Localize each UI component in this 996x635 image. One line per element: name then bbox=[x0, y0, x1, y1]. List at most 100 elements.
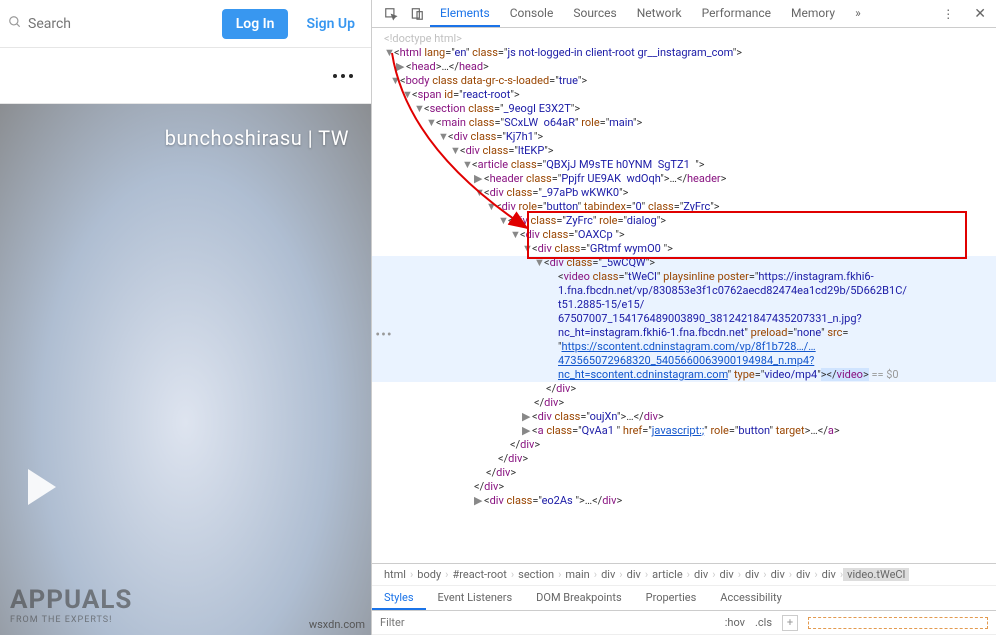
styles-tab-properties[interactable]: Properties bbox=[634, 586, 709, 610]
dom-line[interactable]: 473565072968320_5405660063900194984_n.mp… bbox=[372, 354, 996, 368]
dom-line[interactable]: ▼<div class="ltEKP"> bbox=[372, 144, 996, 158]
breadcrumb-item[interactable]: div bbox=[690, 568, 712, 581]
dom-line[interactable]: <!doctype html> bbox=[372, 32, 996, 46]
hov-toggle[interactable]: :hov bbox=[725, 616, 745, 629]
dom-line[interactable]: ▼<span id="react-root"> bbox=[372, 88, 996, 102]
styles-tab-styles[interactable]: Styles bbox=[372, 586, 426, 610]
tab-elements[interactable]: Elements bbox=[430, 0, 500, 27]
close-icon[interactable]: ✕ bbox=[964, 0, 996, 27]
breadcrumb-item[interactable]: div bbox=[767, 568, 789, 581]
expand-arrow-icon[interactable]: ▼ bbox=[426, 116, 436, 130]
gutter-ellipsis-icon[interactable]: ••• bbox=[372, 328, 396, 342]
dom-tree[interactable]: ••• <!doctype html>▼<html lang="en" clas… bbox=[372, 28, 996, 563]
dom-line[interactable]: ▶<header class="Ppjfr UE9AK wdOqh">…</he… bbox=[372, 172, 996, 186]
expand-arrow-icon[interactable]: ▼ bbox=[402, 88, 412, 102]
expand-arrow-icon[interactable]: ▼ bbox=[462, 158, 472, 172]
dom-line[interactable]: ▼<div class="_5wCQW"> bbox=[372, 256, 996, 270]
styles-tab-accessibility[interactable]: Accessibility bbox=[708, 586, 794, 610]
tab-console[interactable]: Console bbox=[500, 0, 564, 27]
expand-arrow-icon[interactable]: ▼ bbox=[510, 228, 520, 242]
dom-line[interactable]: t51.2885-15/e15/ bbox=[372, 298, 996, 312]
devtools-menu-icon[interactable]: ⋮ bbox=[934, 0, 964, 27]
expand-arrow-icon[interactable]: ▼ bbox=[486, 200, 496, 214]
dom-line[interactable]: ▶<div class="oujXn">…</div> bbox=[372, 410, 996, 424]
expand-arrow-icon[interactable]: ▼ bbox=[390, 74, 400, 88]
breadcrumb-item[interactable]: div bbox=[792, 568, 814, 581]
dom-line[interactable]: ▼<div role="button" tabindex="0" class="… bbox=[372, 200, 996, 214]
styles-tab-event-listeners[interactable]: Event Listeners bbox=[426, 586, 525, 610]
cls-toggle[interactable]: .cls bbox=[755, 616, 772, 629]
new-style-rule-button[interactable]: + bbox=[782, 615, 798, 631]
play-icon[interactable] bbox=[28, 469, 56, 505]
dom-line[interactable]: ▼<html lang="en" class="js not-logged-in… bbox=[372, 46, 996, 60]
breadcrumb-item[interactable]: div bbox=[741, 568, 763, 581]
tab-performance[interactable]: Performance bbox=[692, 0, 781, 27]
login-button[interactable]: Log In bbox=[222, 9, 289, 39]
dom-line[interactable]: </div> bbox=[372, 438, 996, 452]
expand-arrow-icon[interactable]: ▶ bbox=[522, 410, 532, 424]
breadcrumb-item[interactable]: div bbox=[818, 568, 840, 581]
styles-tab-dom-breakpoints[interactable]: DOM Breakpoints bbox=[524, 586, 633, 610]
expand-arrow-icon[interactable]: ▼ bbox=[438, 130, 448, 144]
dom-line[interactable]: ▼<main class="SCxLW o64aR" role="main"> bbox=[372, 116, 996, 130]
breadcrumb-item[interactable]: div bbox=[597, 568, 619, 581]
expand-arrow-icon[interactable]: ▼ bbox=[534, 256, 544, 270]
breadcrumb-item[interactable]: div bbox=[716, 568, 738, 581]
dom-line[interactable]: ▼<body class data-gr-c-s-loaded="true"> bbox=[372, 74, 996, 88]
dom-line[interactable]: "https://scontent.cdninstagram.com/vp/8f… bbox=[372, 340, 996, 354]
breadcrumb-item[interactable]: article bbox=[648, 568, 687, 581]
expand-arrow-icon[interactable]: ▼ bbox=[414, 102, 424, 116]
expand-arrow-icon[interactable]: ▼ bbox=[522, 242, 532, 256]
search-input[interactable] bbox=[28, 16, 212, 32]
breadcrumb-item[interactable]: div bbox=[623, 568, 645, 581]
breadcrumb-item[interactable]: #react-root bbox=[448, 568, 510, 581]
styles-tabbar: StylesEvent ListenersDOM BreakpointsProp… bbox=[372, 585, 996, 611]
dom-line[interactable]: ▼<div class="GRtmf wymO0 "> bbox=[372, 242, 996, 256]
more-options-button[interactable] bbox=[333, 74, 353, 78]
dom-line[interactable]: ▶<head>…</head> bbox=[372, 60, 996, 74]
page-topbar: Log In Sign Up bbox=[0, 0, 371, 48]
dom-line[interactable]: </div> bbox=[372, 382, 996, 396]
styles-filter-input[interactable] bbox=[380, 616, 715, 629]
dom-line[interactable]: ▼<section class="_9eogI E3X2T"> bbox=[372, 102, 996, 116]
expand-arrow-icon[interactable]: ▶ bbox=[522, 424, 532, 438]
dom-line[interactable]: nc_ht=scontent.cdninstagram.com" type="v… bbox=[372, 368, 996, 382]
dom-breadcrumb[interactable]: html›body›#react-root›section›main›div›d… bbox=[372, 563, 996, 585]
device-toolbar-icon[interactable] bbox=[404, 0, 430, 27]
dom-line[interactable]: </div> bbox=[372, 396, 996, 410]
dom-line[interactable]: </div> bbox=[372, 452, 996, 466]
expand-arrow-icon[interactable]: ▼ bbox=[498, 214, 508, 228]
dom-line[interactable]: 1.fna.fbcdn.net/vp/830853e3f1c0762aecd82… bbox=[372, 284, 996, 298]
more-tabs-chevron[interactable]: » bbox=[845, 0, 871, 27]
dom-line[interactable]: <video class="tWeCl" playsinline poster=… bbox=[372, 270, 996, 284]
dom-line[interactable]: nc_ht=instagram.fkhi6-1.fna.fbcdn.net" p… bbox=[372, 326, 996, 340]
signup-link[interactable]: Sign Up bbox=[298, 9, 363, 39]
expand-arrow-icon[interactable]: ▼ bbox=[450, 144, 460, 158]
dom-line[interactable]: ▼<div class="Kj7h1"> bbox=[372, 130, 996, 144]
expand-arrow-icon[interactable]: ▶ bbox=[396, 60, 406, 74]
breadcrumb-item[interactable]: video.tWeCl bbox=[843, 568, 909, 581]
tab-sources[interactable]: Sources bbox=[563, 0, 626, 27]
tab-memory[interactable]: Memory bbox=[781, 0, 845, 27]
dom-line[interactable]: ▼<div class="_97aPb wKWK0"> bbox=[372, 186, 996, 200]
expand-arrow-icon[interactable]: ▶ bbox=[474, 494, 484, 508]
dom-line[interactable]: </div> bbox=[372, 480, 996, 494]
breadcrumb-item[interactable]: html bbox=[380, 568, 410, 581]
dom-line[interactable]: </div> bbox=[372, 466, 996, 480]
breadcrumb-item[interactable]: section bbox=[514, 568, 558, 581]
expand-arrow-icon[interactable]: ▼ bbox=[384, 46, 394, 60]
inspect-element-icon[interactable] bbox=[378, 0, 404, 27]
dom-line[interactable]: ▶<a class="QvAa1 " href="javascript:;" r… bbox=[372, 424, 996, 438]
expand-arrow-icon[interactable]: ▼ bbox=[474, 186, 484, 200]
tab-network[interactable]: Network bbox=[627, 0, 692, 27]
devtools-tabbar: ElementsConsoleSourcesNetworkPerformance… bbox=[372, 0, 996, 28]
dom-line[interactable]: ▶<div class="eo2As ">…</div> bbox=[372, 494, 996, 508]
breadcrumb-item[interactable]: body bbox=[413, 568, 445, 581]
expand-arrow-icon[interactable]: ▶ bbox=[474, 172, 484, 186]
dom-line[interactable]: ▼<div class="OAXCp "> bbox=[372, 228, 996, 242]
video-player-area[interactable]: bunchoshirasu | TW APPUALS FROM THE EXPE… bbox=[0, 104, 371, 635]
breadcrumb-item[interactable]: main bbox=[561, 568, 593, 581]
dom-line[interactable]: ▼<article class="QBXjJ M9sTE h0YNM SgTZ1… bbox=[372, 158, 996, 172]
dom-line[interactable]: ▼<div class="ZyFrc" role="dialog"> bbox=[372, 214, 996, 228]
dom-line[interactable]: 67507007_154176489003890_381242184743520… bbox=[372, 312, 996, 326]
